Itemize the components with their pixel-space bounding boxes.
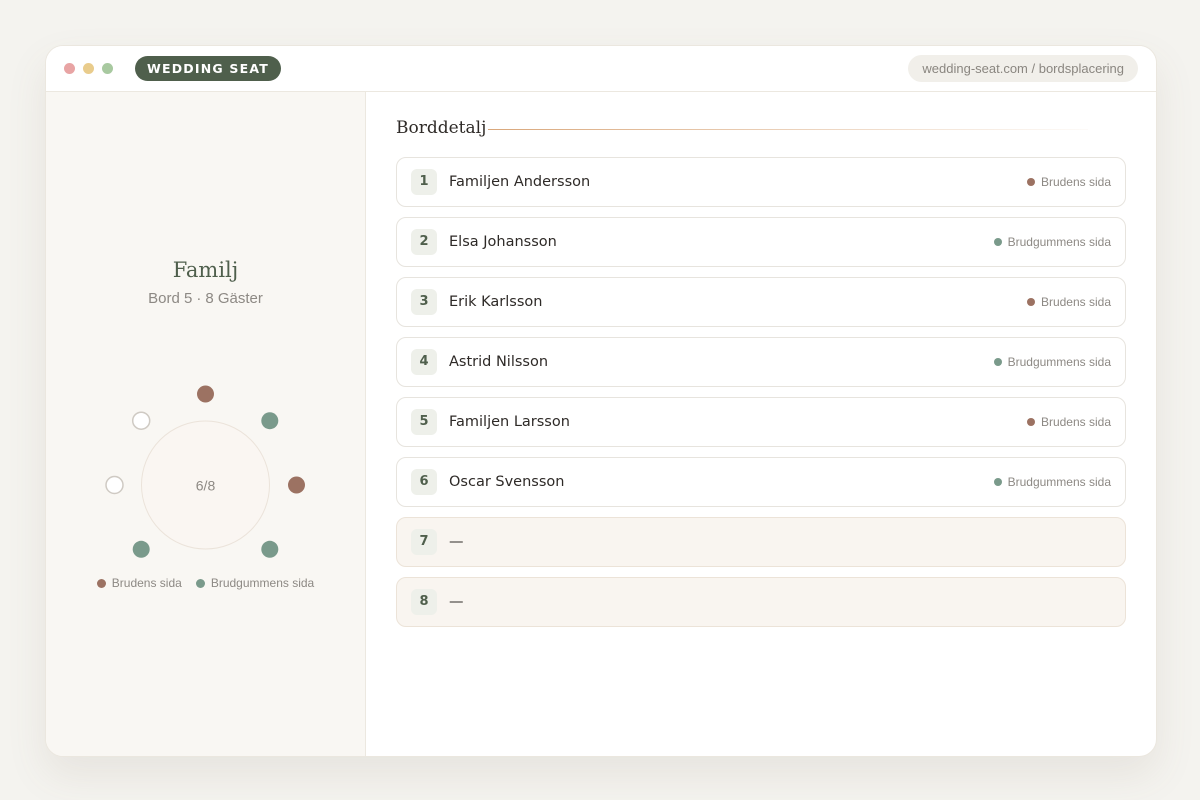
guest-row[interactable]: 3 Erik Karlsson Brudens sida: [396, 277, 1126, 327]
bride-dot-icon: [1026, 418, 1035, 426]
groom-dot-icon: [993, 478, 1002, 486]
title-divider: [488, 129, 1088, 130]
bride-dot-icon: [96, 578, 106, 588]
guest-row[interactable]: 2 Elsa Johansson Brudgummens sida: [396, 217, 1126, 267]
bride-seat[interactable]: [288, 476, 305, 494]
groom-seat[interactable]: [261, 540, 279, 558]
guest-row[interactable]: 6 Oscar Svensson Brudgummens sida: [396, 457, 1126, 507]
empty-seat-row[interactable]: 8 —: [396, 577, 1126, 627]
guest-list: 1 Familjen Andersson Brudens sida 2 Elsa…: [396, 157, 1126, 637]
side-label: Brudens sida: [1040, 415, 1111, 429]
side-tag: Brudgummens sida: [993, 338, 1111, 386]
groom-dot-icon: [993, 358, 1002, 366]
side-tag: Brudgummens sida: [993, 458, 1111, 506]
table-number: Bord 5: [148, 290, 193, 307]
guest-name: Elsa Johansson: [449, 234, 557, 250]
seat-number: 7: [411, 529, 437, 555]
legend-bride: Brudens sida: [96, 576, 182, 590]
guest-row[interactable]: 5 Familjen Larsson Brudens sida: [396, 397, 1126, 447]
seat-number: 6: [411, 469, 437, 495]
seat-number: 1: [411, 169, 437, 195]
groom-seat[interactable]: [132, 540, 150, 558]
app-logo[interactable]: WEDDING SEAT: [135, 56, 281, 81]
side-label: Brudens sida: [1040, 175, 1111, 189]
app-window: WEDDING SEAT wedding-seat.com / bordspla…: [45, 45, 1157, 757]
legend-groom: Brudgummens sida: [195, 576, 315, 590]
side-tag: Brudgummens sida: [993, 218, 1111, 266]
bride-dot-icon: [1026, 178, 1035, 186]
window-maximize-button[interactable]: [102, 63, 113, 74]
guest-name: Astrid Nilsson: [449, 354, 549, 370]
seat-number: 4: [411, 349, 437, 375]
seat-number: 2: [411, 229, 437, 255]
detail-panel: Borddetalj 1 Familjen Andersson Brudens …: [366, 92, 1156, 756]
bride-dot-icon: [1026, 298, 1035, 306]
groom-dot-icon: [195, 578, 205, 588]
guest-name: Erik Karlsson: [449, 294, 543, 310]
url-bar[interactable]: wedding-seat.com / bordsplacering: [908, 55, 1138, 82]
occupancy-label: 6/8: [196, 478, 216, 494]
table-guest-count: 8 Gäster: [205, 290, 263, 307]
window-minimize-button[interactable]: [83, 63, 94, 74]
section-title: Borddetalj: [396, 118, 487, 138]
guest-name: —: [449, 594, 464, 610]
empty-seat[interactable]: [131, 411, 151, 430]
side-legend: Brudens sida Brudgummens sida: [46, 576, 365, 590]
guest-name: Familjen Andersson: [449, 174, 591, 190]
round-table-diagram: 6/8: [105, 385, 305, 558]
empty-seat-row[interactable]: 7 —: [396, 517, 1126, 567]
title-bar: WEDDING SEAT wedding-seat.com / bordspla…: [46, 46, 1156, 92]
empty-seat[interactable]: [105, 475, 124, 495]
table-subtitle: Bord 5 · 8 Gäster: [46, 290, 365, 307]
guest-row[interactable]: 1 Familjen Andersson Brudens sida: [396, 157, 1126, 207]
guest-name: Oscar Svensson: [449, 474, 565, 490]
seat-number: 5: [411, 409, 437, 435]
guest-name: Familjen Larsson: [449, 414, 570, 430]
groom-seat[interactable]: [261, 412, 279, 430]
groom-dot-icon: [993, 238, 1002, 246]
side-tag: Brudens sida: [1026, 398, 1111, 446]
side-label: Brudens sida: [1040, 295, 1111, 309]
side-label: Brudgummens sida: [1007, 475, 1111, 489]
legend-groom-label: Brudgummens sida: [210, 576, 315, 590]
subtitle-separator: ·: [196, 290, 202, 307]
side-label: Brudgummens sida: [1007, 355, 1111, 369]
side-tag: Brudens sida: [1026, 278, 1111, 326]
side-tag: Brudens sida: [1026, 158, 1111, 206]
side-label: Brudgummens sida: [1007, 235, 1111, 249]
guest-name: —: [449, 534, 464, 550]
bride-seat[interactable]: [197, 385, 214, 403]
seat-number: 8: [411, 589, 437, 615]
window-close-button[interactable]: [64, 63, 75, 74]
seat-number: 3: [411, 289, 437, 315]
table-sidebar: Familj Bord 5 · 8 Gäster 6/8 Brudens sida …: [46, 92, 366, 756]
legend-bride-label: Brudens sida: [111, 576, 182, 590]
guest-row[interactable]: 4 Astrid Nilsson Brudgummens sida: [396, 337, 1126, 387]
table-name: Familj: [172, 258, 239, 282]
